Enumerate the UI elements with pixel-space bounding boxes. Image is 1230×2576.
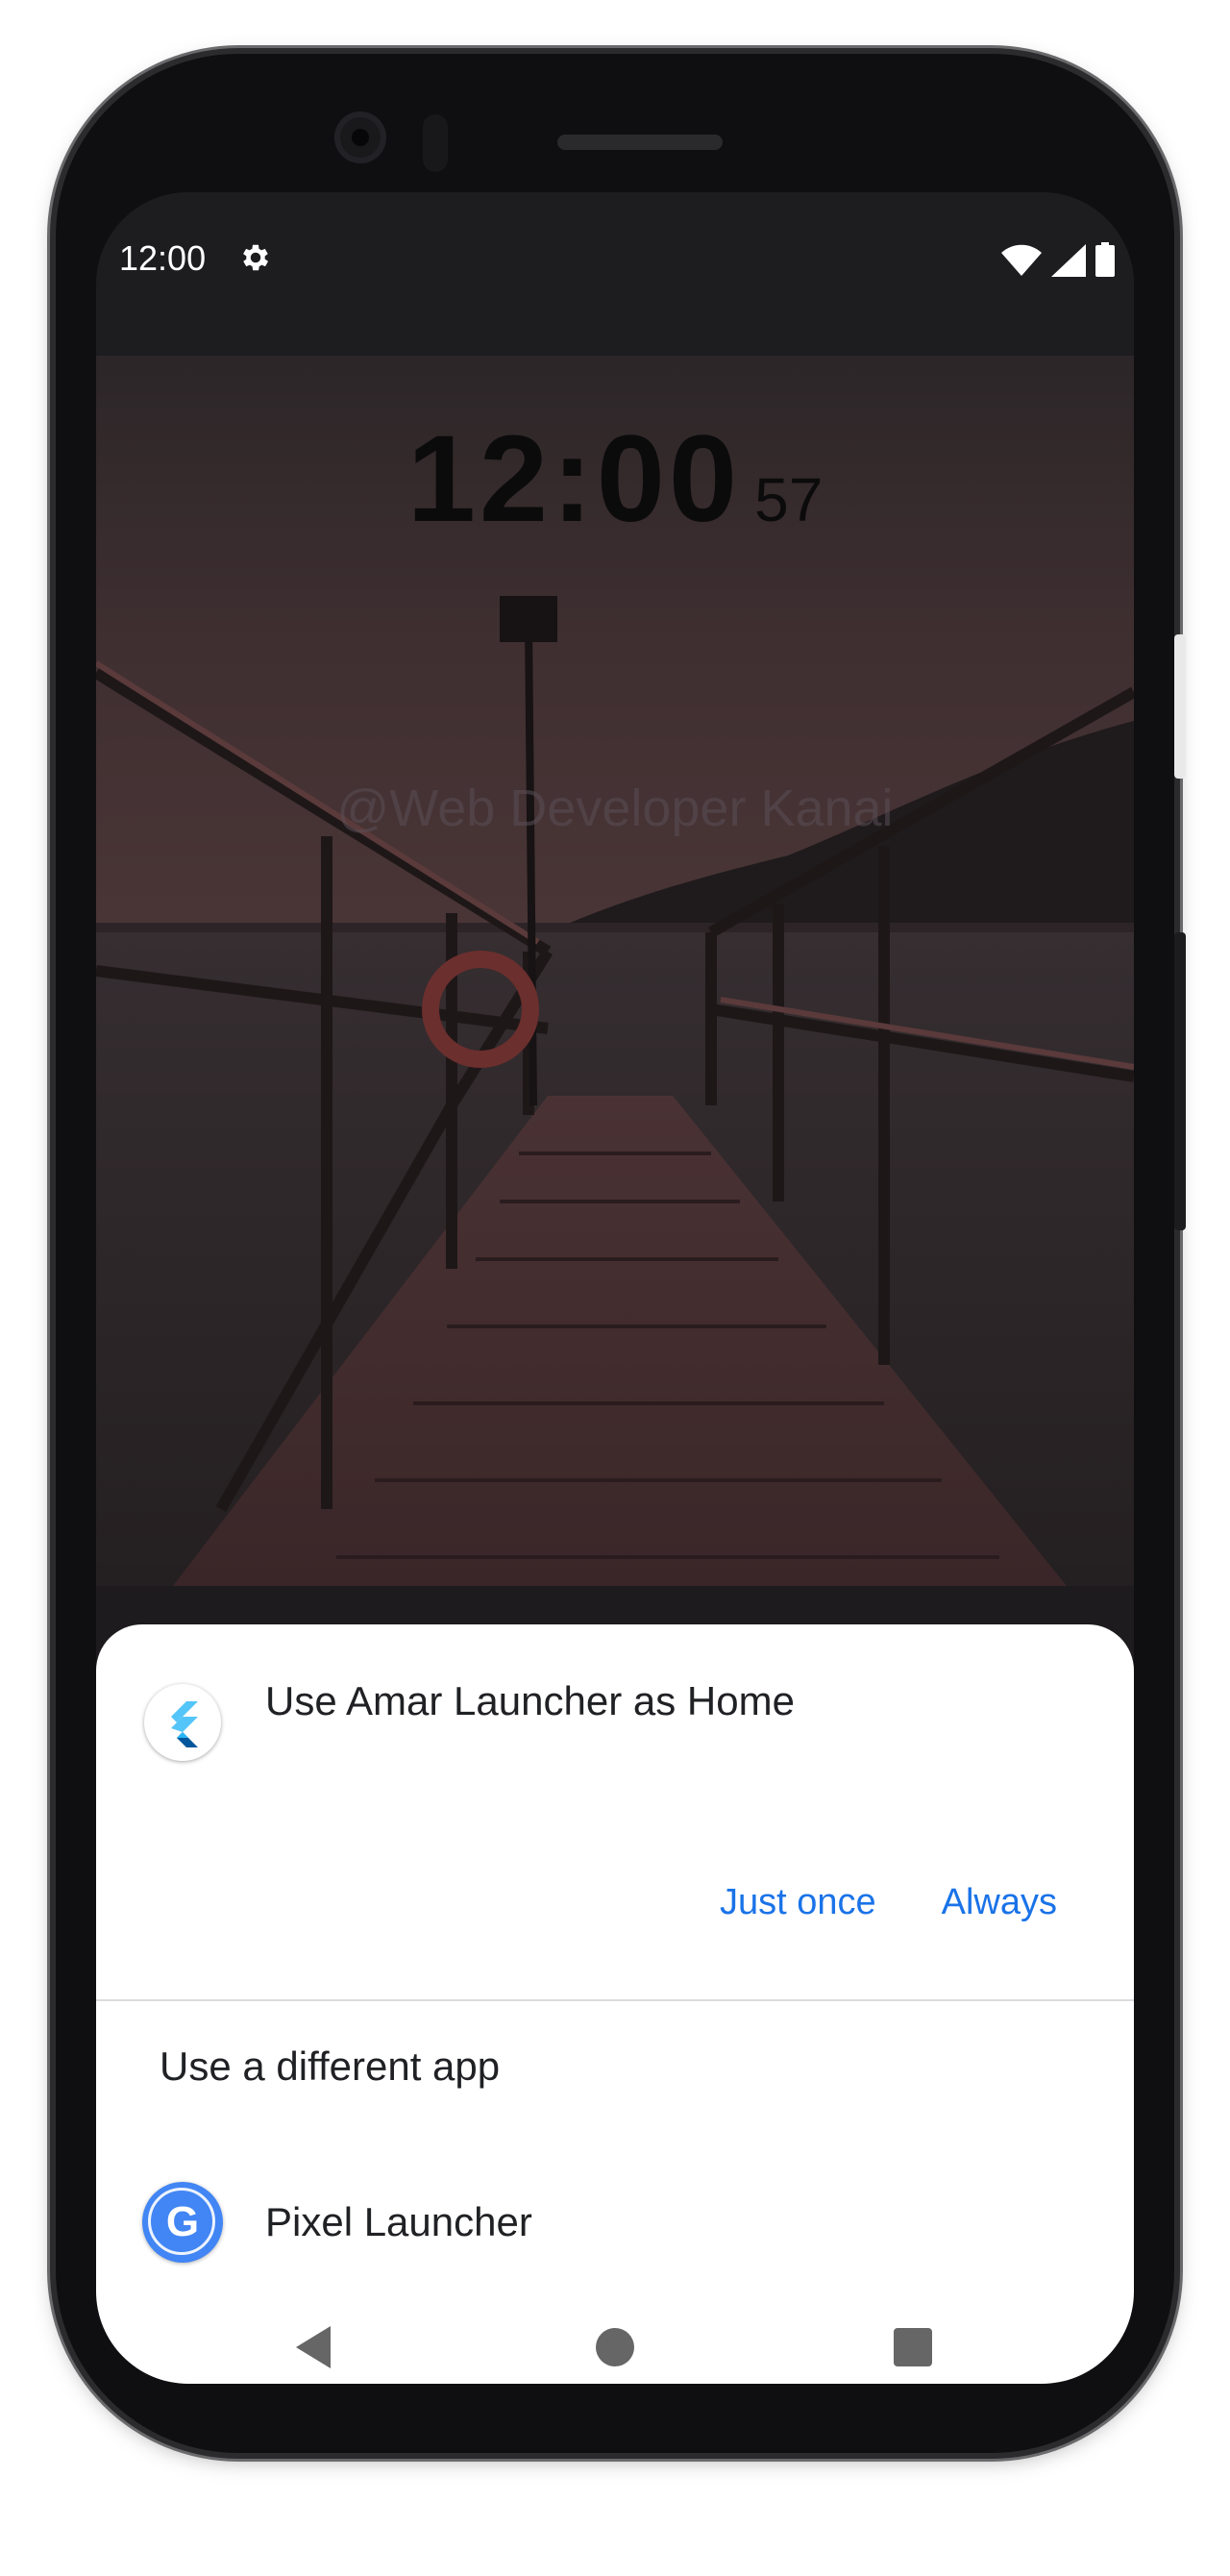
navigation-bar — [96, 2307, 1134, 2384]
always-button[interactable]: Always — [942, 1882, 1057, 1923]
wifi-icon — [1001, 244, 1042, 282]
settings-gear-icon — [238, 240, 273, 280]
battery-icon — [1095, 242, 1115, 282]
status-bar: 12:00 — [96, 192, 1134, 356]
chooser-actions: Just once Always — [720, 1882, 1057, 1923]
google-g-icon: G — [142, 2182, 223, 2263]
recents-square-icon[interactable] — [894, 2328, 932, 2366]
earpiece-speaker — [557, 135, 723, 150]
side-button-top — [1174, 634, 1186, 779]
chooser-title: Use Amar Launcher as Home — [265, 1678, 795, 1723]
volume-button — [1174, 932, 1186, 1230]
home-chooser-sheet: Use Amar Launcher as Home Just once Alwa… — [96, 1624, 1134, 2384]
cell-signal-icon — [1051, 244, 1086, 282]
home-circle-icon[interactable] — [596, 2328, 634, 2366]
lock-clock: 12:00 57 — [96, 409, 1134, 550]
divider — [96, 1999, 1134, 2001]
flutter-app-icon — [144, 1684, 221, 1761]
watermark-text: @Web Developer Kanai — [336, 780, 894, 837]
pixel-launcher-option[interactable]: G Pixel Launcher — [96, 2182, 1134, 2297]
proximity-sensor — [423, 114, 448, 172]
phone-frame: 12:00 12:00 57 @Web Developer Kanai Use … — [56, 54, 1174, 2453]
just-once-button[interactable]: Just once — [720, 1882, 876, 1923]
screen: 12:00 12:00 57 @Web Developer Kanai Use … — [96, 192, 1134, 2384]
clock-seconds: 57 — [754, 465, 824, 534]
front-camera — [334, 111, 386, 163]
clock-time: 12:00 — [406, 410, 742, 548]
pixel-launcher-label: Pixel Launcher — [265, 2199, 532, 2244]
status-time: 12:00 — [119, 238, 207, 278]
different-app-label: Use a different app — [160, 2043, 501, 2089]
back-triangle-icon[interactable] — [292, 2324, 334, 2375]
